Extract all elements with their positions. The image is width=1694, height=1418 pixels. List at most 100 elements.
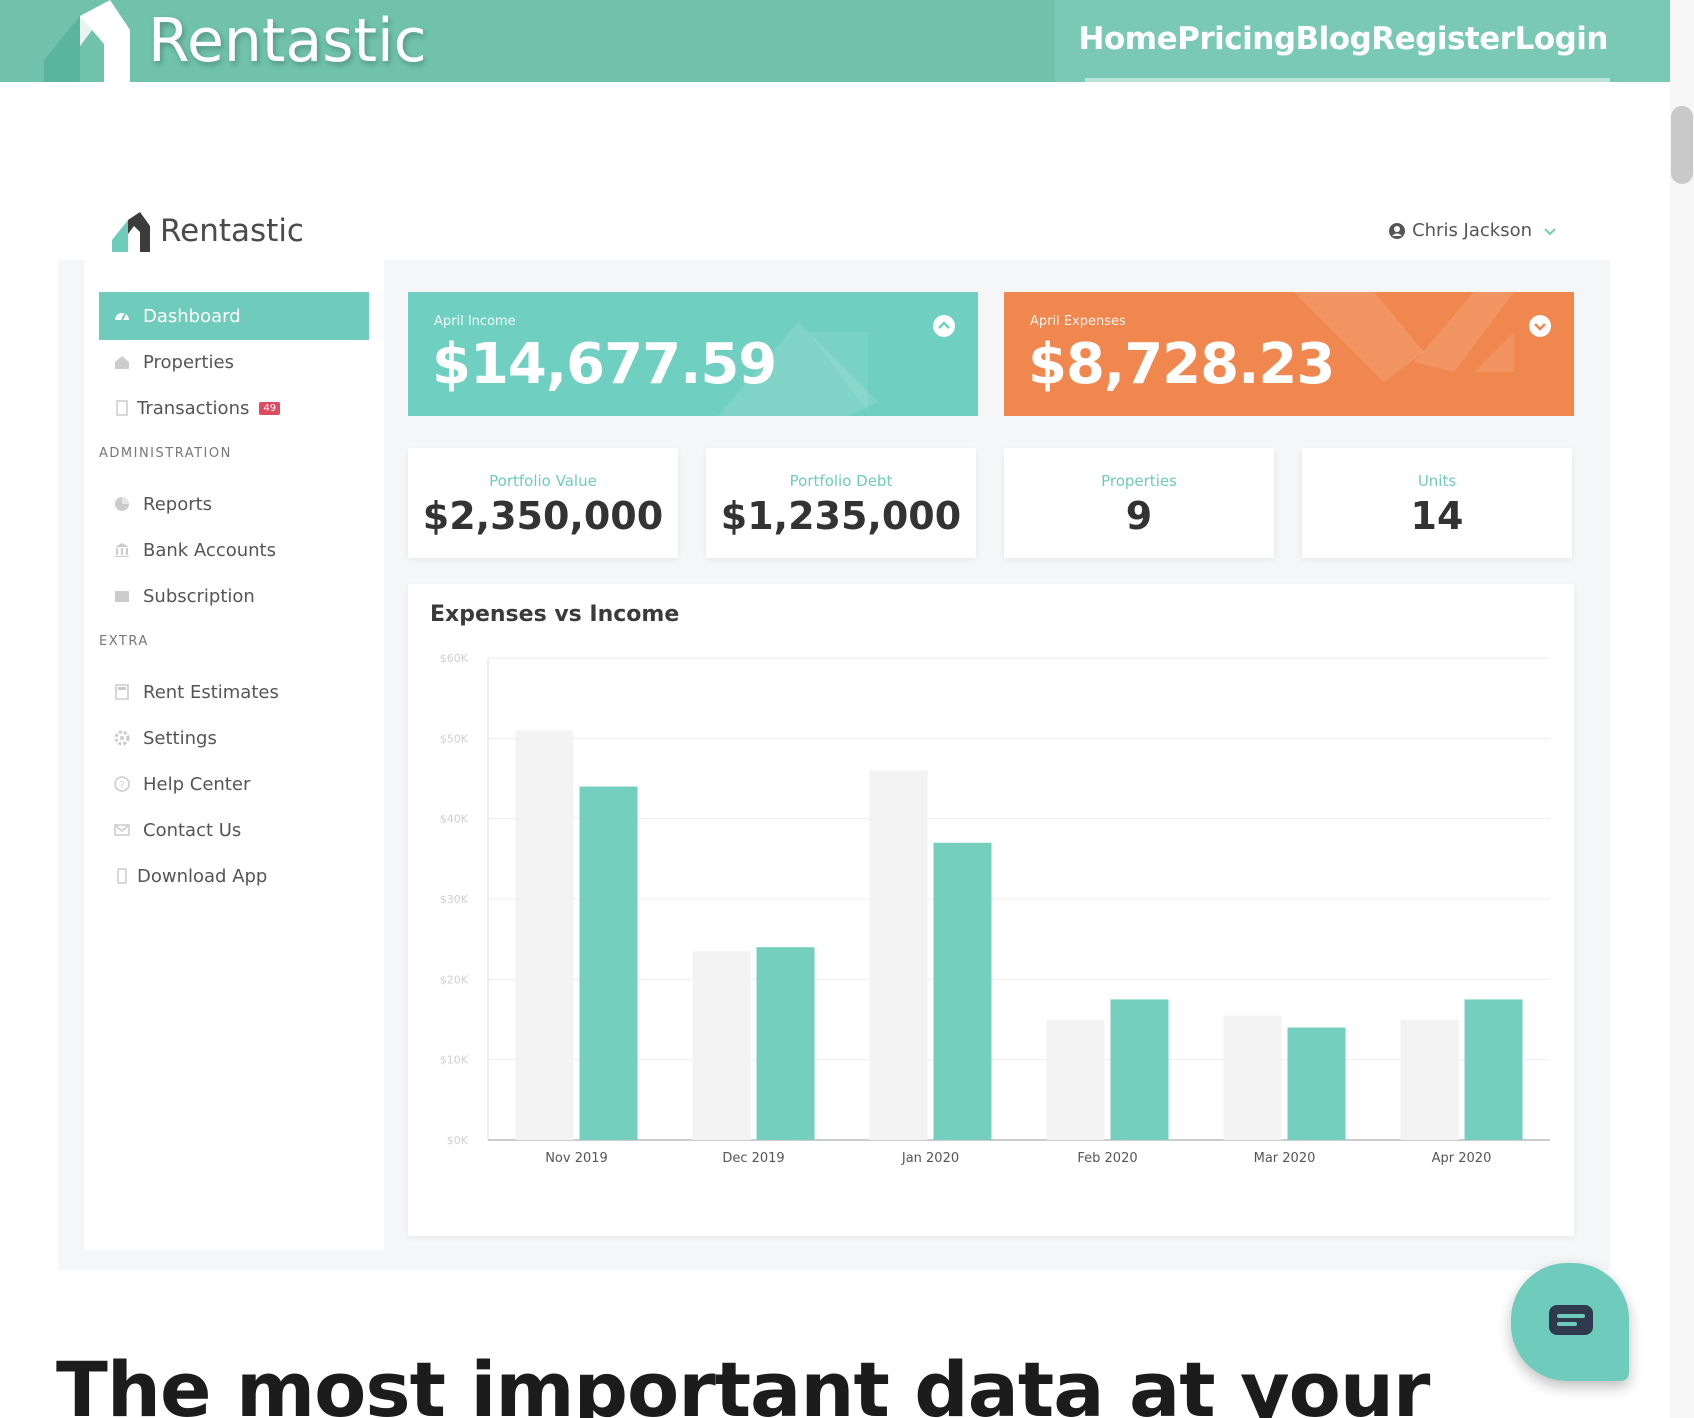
income-label: April Income: [434, 314, 516, 329]
stat-value: 9: [1125, 494, 1153, 538]
sidebar-item-download-app[interactable]: Download App: [99, 852, 369, 900]
house-logo-icon: [112, 212, 150, 252]
expenses-value: $8,728.23: [1028, 332, 1335, 397]
y-tick-label: $60K: [440, 652, 469, 665]
y-tick-label: $0K: [447, 1134, 469, 1147]
stat-label: Units: [1417, 472, 1457, 490]
nav-underline: [1085, 78, 1610, 82]
sidebar-item-label: Help Center: [143, 773, 251, 795]
sidebar-item-label: Dashboard: [143, 305, 241, 327]
sidebar-item-label: Download App: [137, 865, 268, 887]
x-tick-label: Nov 2019: [545, 1151, 608, 1166]
mail-icon: [114, 824, 130, 836]
sidebar-item-label: Subscription: [143, 585, 255, 607]
site-nav: Home Pricing Blog Register Login: [1079, 0, 1609, 78]
income-value: $14,677.59: [432, 332, 777, 397]
dashboard-screenshot: Rentastic Chris Jackson Dashboard Proper…: [58, 190, 1610, 1270]
x-tick-label: Apr 2020: [1432, 1151, 1492, 1166]
app-brand: Rentastic: [110, 210, 304, 252]
expenses-income-chart: $0K $10K $20K $30K $40K $50K $60K Nov 2019 Dec 2…: [440, 652, 1550, 1166]
chevron-down-icon: [1544, 227, 1556, 235]
gear-icon: [114, 730, 130, 746]
expense-bar: [515, 730, 574, 1140]
y-tick-label: $40K: [440, 813, 469, 826]
nav-blog-link[interactable]: Blog: [1296, 21, 1372, 57]
stat-label: Portfolio Debt: [789, 472, 893, 490]
page-scrollbar[interactable]: [1670, 0, 1694, 1418]
x-tick-label: Dec 2019: [722, 1151, 784, 1166]
sidebar-item-bank-accounts[interactable]: Bank Accounts: [99, 526, 369, 574]
x-tick-label: Jan 2020: [901, 1151, 959, 1166]
income-bar: [1287, 1027, 1346, 1140]
nav-home-link[interactable]: Home: [1079, 21, 1178, 57]
sidebar-item-label: Transactions: [137, 397, 250, 419]
nav-register-link[interactable]: Register: [1371, 21, 1515, 57]
sidebar-item-settings[interactable]: Settings: [99, 714, 369, 762]
sidebar-item-label: Reports: [143, 493, 213, 515]
site-brand[interactable]: Rentastic: [40, 0, 427, 82]
card-icon: [115, 591, 129, 602]
help-icon: ?: [114, 776, 130, 792]
stat-units: Units 14: [1302, 448, 1572, 558]
x-tick-label: Feb 2020: [1077, 1151, 1137, 1166]
x-tick-label: Mar 2020: [1254, 1151, 1316, 1166]
house-logo-icon: [44, 0, 130, 82]
income-bar: [933, 842, 992, 1140]
chart-title: Expenses vs Income: [430, 602, 680, 627]
user-menu[interactable]: Chris Jackson: [1388, 220, 1558, 241]
sidebar-item-properties[interactable]: Properties: [99, 338, 369, 386]
sidebar-item-help-center[interactable]: ? Help Center: [99, 760, 369, 808]
chat-button[interactable]: [1511, 1263, 1629, 1381]
income-bar: [1110, 999, 1169, 1140]
dashboard-content: April Income $14,677.59 April Expenses $…: [408, 260, 1588, 1250]
sidebar-item-dashboard[interactable]: Dashboard: [99, 292, 369, 340]
site-header: Rentastic Home Pricing Blog Register Log…: [0, 0, 1670, 82]
y-tick-label: $20K: [440, 973, 469, 986]
stat-value: $1,235,000: [720, 494, 962, 538]
expense-bar: [1400, 1019, 1459, 1140]
expense-bar: [869, 770, 928, 1140]
sidebar-item-transactions[interactable]: Transactions 49: [99, 384, 369, 432]
expense-bar: [692, 951, 751, 1140]
page-headline: The most important data at your: [56, 1345, 1430, 1418]
stat-label: Properties: [1101, 472, 1177, 490]
user-name: Chris Jackson: [1412, 220, 1532, 241]
app-header: Rentastic Chris Jackson: [58, 190, 1610, 260]
stat-properties: Properties 9: [1004, 448, 1274, 558]
stat-value: 14: [1410, 494, 1464, 538]
income-card[interactable]: April Income $14,677.59: [408, 292, 978, 416]
sidebar-item-label: Contact Us: [143, 819, 242, 841]
income-bar: [579, 786, 638, 1140]
dashboard-icon: [115, 313, 129, 321]
chat-icon: [1549, 1305, 1593, 1335]
chevron-down-icon[interactable]: [1528, 314, 1552, 338]
sidebar-item-subscription[interactable]: Subscription: [99, 572, 369, 620]
y-tick-label: $10K: [440, 1054, 469, 1067]
stat-portfolio-debt: Portfolio Debt $1,235,000: [706, 448, 976, 558]
sidebar-item-label: Rent Estimates: [143, 681, 279, 703]
transactions-badge: 49: [259, 401, 281, 415]
sidebar-section-extra: EXTRA: [99, 634, 149, 649]
app-sidebar: Dashboard Properties Transactions 49 ADM…: [84, 260, 384, 1250]
home-icon: [115, 356, 129, 369]
expenses-income-chart-card: $0K $10K $20K $30K $40K $50K $60K Nov 2019 Dec 2…: [408, 584, 1574, 1236]
sidebar-item-contact-us[interactable]: Contact Us: [99, 806, 369, 854]
nav-pricing-link[interactable]: Pricing: [1177, 21, 1296, 57]
expenses-card[interactable]: April Expenses $8,728.23: [1004, 292, 1574, 416]
pie-chart-icon: [115, 497, 129, 511]
sidebar-item-label: Settings: [143, 727, 217, 749]
sidebar-item-label: Bank Accounts: [143, 539, 276, 561]
expense-bar: [1223, 1015, 1282, 1140]
sidebar-section-administration: ADMINISTRATION: [99, 446, 232, 461]
sidebar-item-reports[interactable]: Reports: [99, 480, 369, 528]
expenses-label: April Expenses: [1030, 314, 1126, 329]
sidebar-item-label: Properties: [143, 351, 234, 373]
phone-icon: [117, 868, 127, 884]
expense-bar: [1046, 1019, 1105, 1140]
site-brand-name: Rentastic: [148, 6, 427, 76]
nav-login-link[interactable]: Login: [1515, 21, 1609, 57]
app-brand-name: Rentastic: [160, 213, 304, 249]
scroll-thumb[interactable]: [1671, 106, 1693, 184]
sidebar-item-rent-estimates[interactable]: Rent Estimates: [99, 668, 369, 716]
chevron-up-icon[interactable]: [932, 314, 956, 338]
